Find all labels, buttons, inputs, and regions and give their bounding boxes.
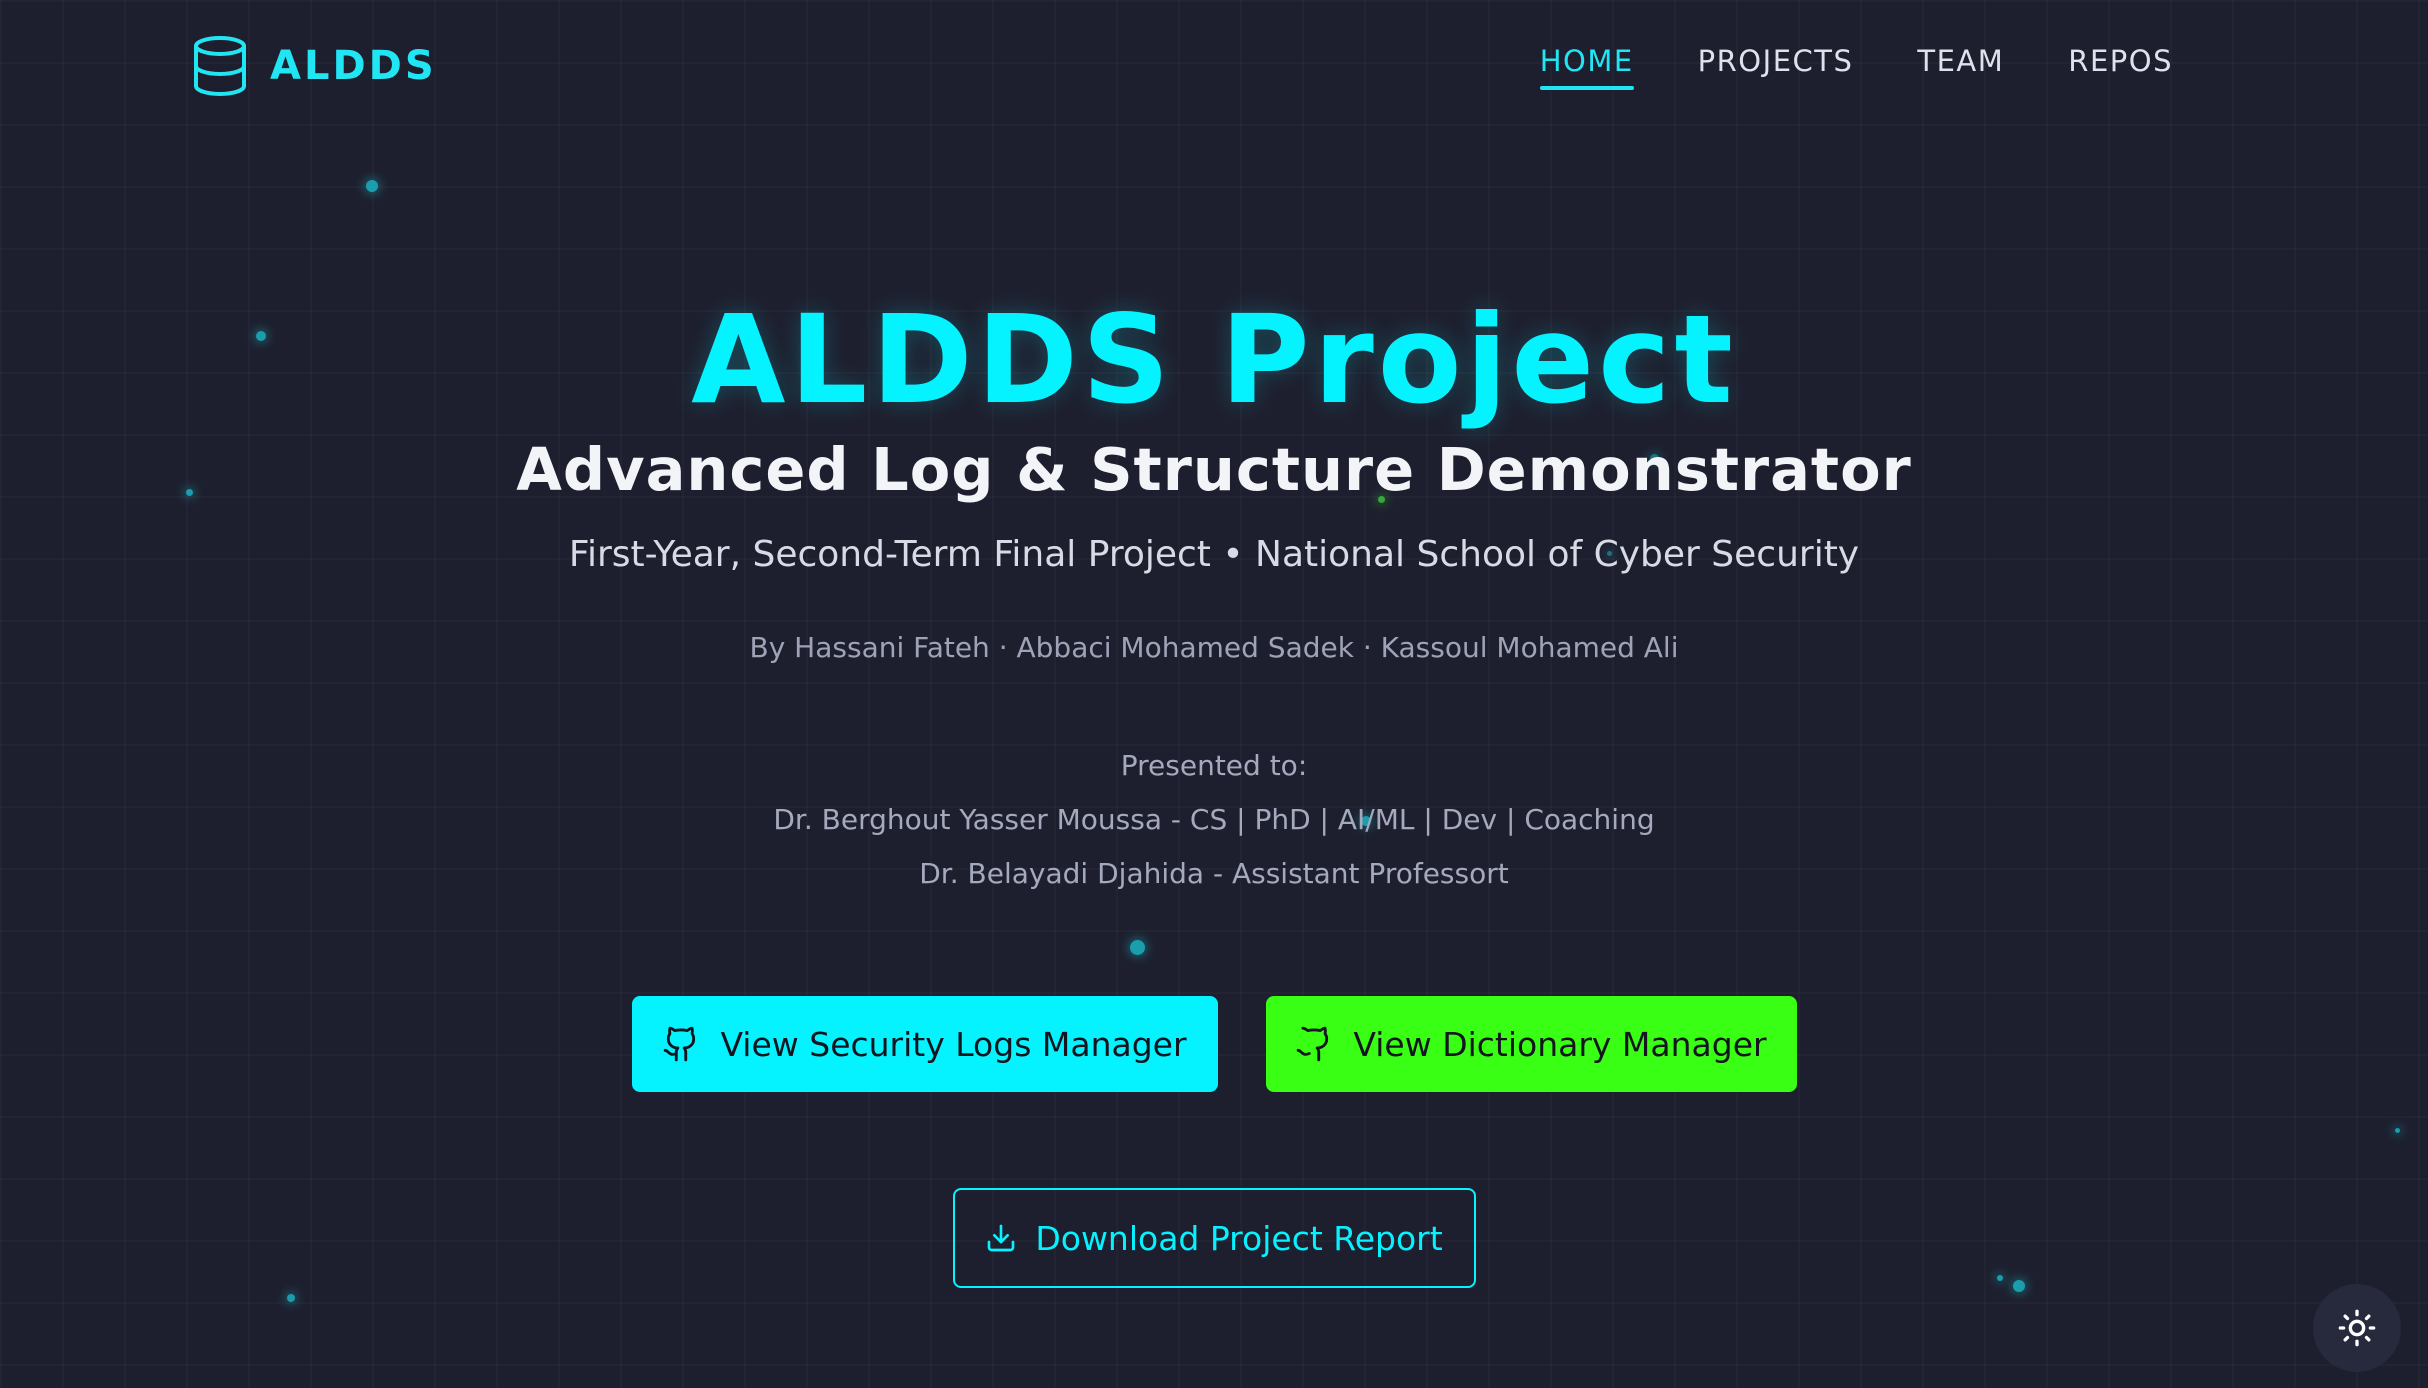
nav-team[interactable]: TEAM bbox=[1917, 44, 2004, 90]
nav-projects[interactable]: PROJECTS bbox=[1698, 44, 1854, 90]
authors-line: By Hassani Fateh · Abbaci Mohamed Sadek … bbox=[749, 631, 1679, 664]
view-security-logs-label: View Security Logs Manager bbox=[720, 1024, 1187, 1064]
brand-logo[interactable]: ALDDS bbox=[192, 34, 437, 98]
sun-icon bbox=[2338, 1309, 2376, 1347]
particle bbox=[366, 180, 378, 192]
github-icon bbox=[664, 1026, 696, 1062]
view-dictionary-label: View Dictionary Manager bbox=[1353, 1024, 1767, 1064]
presented-to-label: Presented to: bbox=[1120, 749, 1308, 782]
database-icon bbox=[194, 36, 246, 97]
download-icon bbox=[988, 1224, 1015, 1252]
view-security-logs-button[interactable]: View Security Logs Manager bbox=[631, 996, 1218, 1092]
download-report-button[interactable]: Download Project Report bbox=[952, 1188, 1476, 1288]
nav-repos[interactable]: REPOS bbox=[2068, 44, 2173, 90]
main-nav: HOME PROJECTS TEAM REPOS bbox=[1539, 44, 2173, 90]
github-icon bbox=[1297, 1026, 1329, 1062]
hero-section: ALDDS Project Advanced Log & Structure D… bbox=[0, 290, 2428, 894]
hero-title: ALDDS Project bbox=[691, 289, 1737, 431]
particle bbox=[287, 1294, 295, 1302]
nav-home[interactable]: HOME bbox=[1539, 44, 1634, 90]
theme-toggle-button[interactable] bbox=[2313, 1284, 2401, 1372]
supervisor-1: Dr. Berghout Yasser Moussa - CS | PhD | … bbox=[773, 803, 1655, 836]
particle bbox=[2395, 1128, 2400, 1133]
hero-subtitle: Advanced Log & Structure Demonstrator bbox=[516, 435, 1912, 504]
landing-page: ALDDS HOME PROJECTS TEAM REPOS ALDDS Pro… bbox=[0, 0, 2428, 1388]
repo-buttons: View Security Logs Manager View Dictiona… bbox=[0, 996, 2428, 1092]
download-report-label: Download Project Report bbox=[1035, 1218, 1443, 1258]
brand-name: ALDDS bbox=[270, 43, 437, 89]
view-dictionary-button[interactable]: View Dictionary Manager bbox=[1265, 996, 1797, 1092]
download-row: Download Project Report bbox=[0, 1188, 2428, 1288]
hero-tagline: First-Year, Second-Term Final Project • … bbox=[568, 534, 1860, 575]
particle bbox=[1130, 940, 1145, 955]
supervisor-2: Dr. Belayadi Djahida - Assistant Profess… bbox=[919, 857, 1509, 890]
site-header: ALDDS HOME PROJECTS TEAM REPOS bbox=[0, 0, 2428, 132]
